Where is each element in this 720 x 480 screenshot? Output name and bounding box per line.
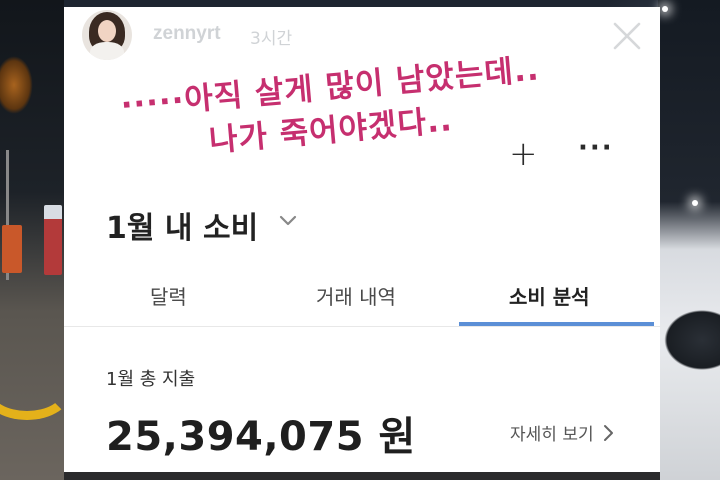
plus-icon[interactable]: + (509, 137, 538, 171)
car (662, 300, 720, 380)
tab-active-indicator (459, 322, 654, 326)
background-right-scene (658, 0, 720, 480)
street-light (662, 6, 668, 12)
view-details-link[interactable]: 자세히 보기 (510, 420, 614, 445)
tree (0, 40, 48, 130)
story-header: zennyrt 3시간 (64, 7, 660, 63)
close-icon[interactable] (612, 21, 642, 51)
story-card: zennyrt 3시간 ·····아직 살게 많이 남았는데.. 나가 죽어야겠… (64, 7, 660, 472)
tab-spending-analysis[interactable]: 소비 분석 (509, 281, 590, 310)
tab-bar: 달력 거래 내역 소비 분석 (64, 275, 660, 327)
gas-pump (2, 225, 22, 273)
street-light (692, 200, 698, 206)
background-left-scene (0, 0, 72, 480)
story-caption: ·····아직 살게 많이 남았는데.. 나가 죽어야겠다.. (119, 48, 545, 170)
chevron-right-icon (603, 424, 613, 441)
chevron-down-icon[interactable] (278, 213, 298, 227)
tab-calendar[interactable]: 달력 (150, 281, 187, 310)
fuel-hose (0, 360, 72, 420)
background-strip (64, 472, 660, 480)
gas-pump (44, 205, 62, 275)
month-title[interactable]: 1월 내 소비 (106, 203, 258, 247)
view-details-label: 자세히 보기 (510, 425, 594, 445)
avatar[interactable] (82, 10, 132, 60)
total-spending-amount: 25,394,075 원 (106, 414, 416, 460)
username[interactable]: zennyrt (153, 23, 221, 45)
tab-transactions[interactable]: 거래 내역 (316, 281, 396, 310)
total-spending-label: 1월 총 지출 (106, 369, 196, 390)
timestamp: 3시간 (250, 29, 293, 49)
more-icon[interactable]: ··· (578, 133, 614, 163)
